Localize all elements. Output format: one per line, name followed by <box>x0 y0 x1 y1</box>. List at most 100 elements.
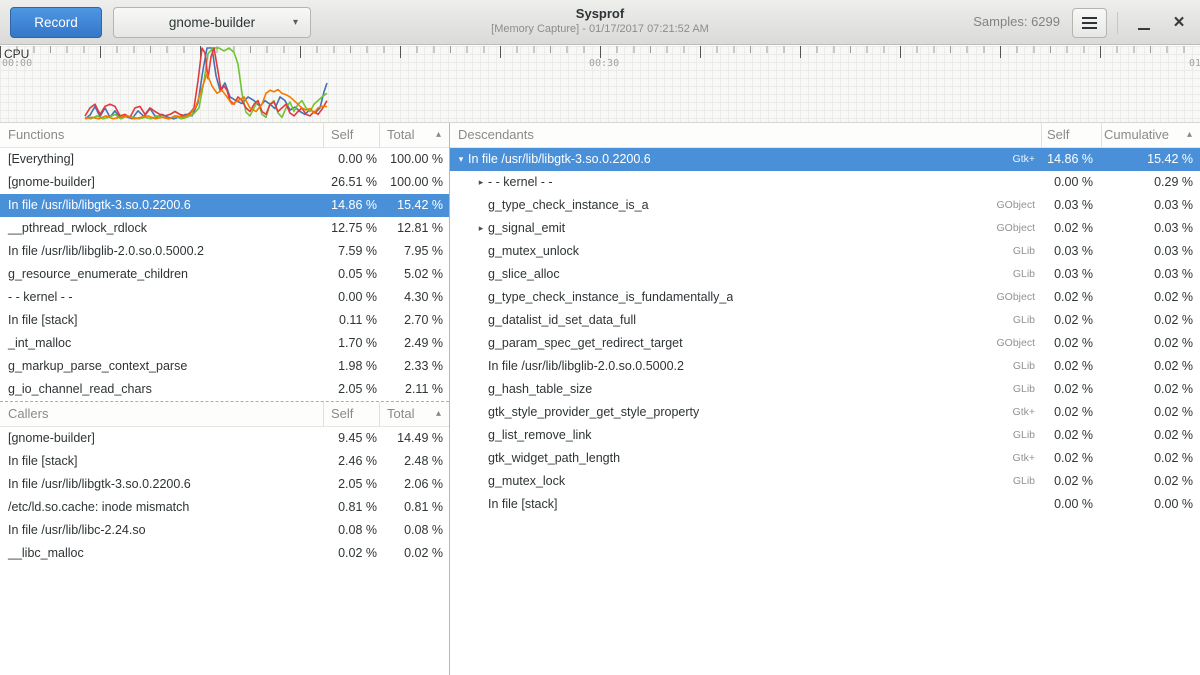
function-name: In file [stack] <box>0 450 323 473</box>
functions-row[interactable]: In file /usr/lib/libgtk-3.so.0.2200.614.… <box>0 194 449 217</box>
callers-row[interactable]: __libc_malloc0.02 %0.02 % <box>0 542 449 565</box>
callers-row[interactable]: /etc/ld.so.cache: inode mismatch0.81 %0.… <box>0 496 449 519</box>
self-percent: 1.98 % <box>323 355 379 378</box>
function-name: g_slice_alloc <box>488 263 560 286</box>
functions-row[interactable]: [Everything]0.00 %100.00 % <box>0 148 449 171</box>
descendants-row[interactable]: ▸- - kernel - -0.00 %0.29 % <box>450 171 1200 194</box>
callers-table: [gnome-builder]9.45 %14.49 %In file [sta… <box>0 427 449 565</box>
functions-row[interactable]: __pthread_rwlock_rdlock12.75 %12.81 % <box>0 217 449 240</box>
cumulative-percent: 0.02 % <box>1101 424 1200 447</box>
descendants-row[interactable]: g_mutex_unlockGLib0.03 %0.03 % <box>450 240 1200 263</box>
self-percent: 0.00 % <box>323 286 379 309</box>
library-badge: GLib <box>1013 470 1041 493</box>
descendants-row[interactable]: g_type_check_instance_is_fundamentally_a… <box>450 286 1200 309</box>
descendants-table: ▾In file /usr/lib/libgtk-3.so.0.2200.6Gt… <box>450 148 1200 516</box>
functions-row[interactable]: g_resource_enumerate_children0.05 %5.02 … <box>0 263 449 286</box>
expander-spacer <box>474 447 488 470</box>
functions-row[interactable]: [gnome-builder]26.51 %100.00 % <box>0 171 449 194</box>
self-percent: 0.03 % <box>1041 194 1101 217</box>
column-header-self[interactable]: Self <box>323 402 379 426</box>
expander-open-icon[interactable]: ▾ <box>454 148 468 171</box>
functions-row[interactable]: g_io_channel_read_chars2.05 %2.11 % <box>0 378 449 401</box>
record-button[interactable]: Record <box>10 7 102 38</box>
descendants-row[interactable]: In file [stack]0.00 %0.00 % <box>450 493 1200 516</box>
self-percent: 0.11 % <box>323 309 379 332</box>
self-percent: 0.02 % <box>1041 470 1101 493</box>
descendants-row[interactable]: ▸g_signal_emitGObject0.02 %0.03 % <box>450 217 1200 240</box>
library-badge: GObject <box>996 286 1041 309</box>
capture-subtitle: [Memory Capture] - 01/17/2017 07:21:52 A… <box>320 22 880 37</box>
expander-closed-icon[interactable]: ▸ <box>474 171 488 194</box>
self-percent: 0.03 % <box>1041 263 1101 286</box>
total-percent: 7.95 % <box>379 240 449 263</box>
column-header-self[interactable]: Self <box>1041 123 1101 147</box>
function-name: g_mutex_unlock <box>488 240 579 263</box>
total-percent: 0.02 % <box>379 542 449 565</box>
descendants-row[interactable]: ▾In file /usr/lib/libgtk-3.so.0.2200.6Gt… <box>450 148 1200 171</box>
cumulative-percent: 15.42 % <box>1101 148 1200 171</box>
callers-row[interactable]: In file /usr/lib/libc-2.24.so0.08 %0.08 … <box>0 519 449 542</box>
descendants-row[interactable]: g_datalist_id_set_data_fullGLib0.02 %0.0… <box>450 309 1200 332</box>
column-header-descendants[interactable]: Descendants <box>450 123 1041 147</box>
function-name: [gnome-builder] <box>0 171 323 194</box>
self-percent: 14.86 % <box>1041 148 1101 171</box>
functions-row[interactable]: - - kernel - -0.00 %4.30 % <box>0 286 449 309</box>
function-name: In file /usr/lib/libglib-2.0.so.0.5000.2 <box>488 355 684 378</box>
total-percent: 2.06 % <box>379 473 449 496</box>
descendants-row[interactable]: g_param_spec_get_redirect_targetGObject0… <box>450 332 1200 355</box>
close-button[interactable]: × <box>1163 8 1195 38</box>
menu-button[interactable] <box>1072 8 1107 38</box>
library-badge: GLib <box>1013 263 1041 286</box>
cumulative-percent: 0.02 % <box>1101 401 1200 424</box>
functions-pane: Functions Self Total ▴ [Everything]0.00 … <box>0 123 450 675</box>
expander-spacer <box>474 470 488 493</box>
expander-spacer <box>474 401 488 424</box>
functions-row[interactable]: In file [stack]0.11 %2.70 % <box>0 309 449 332</box>
descendants-row[interactable]: g_slice_allocGLib0.03 %0.03 % <box>450 263 1200 286</box>
library-badge: GLib <box>1013 309 1041 332</box>
descendants-row[interactable]: g_type_check_instance_is_aGObject0.03 %0… <box>450 194 1200 217</box>
descendants-row[interactable]: In file /usr/lib/libglib-2.0.so.0.5000.2… <box>450 355 1200 378</box>
column-header-total[interactable]: Total ▴ <box>379 123 449 147</box>
expander-spacer <box>474 378 488 401</box>
descendants-row[interactable]: gtk_style_provider_get_style_propertyGtk… <box>450 401 1200 424</box>
descendants-pane: Descendants Self Cumulative ▴ ▾In file /… <box>450 123 1200 675</box>
cpu-usage-graph[interactable]: CPU 00:0000:3001:00 <box>0 46 1200 123</box>
expander-closed-icon[interactable]: ▸ <box>474 217 488 240</box>
descendants-row[interactable]: gtk_widget_path_lengthGtk+0.02 %0.02 % <box>450 447 1200 470</box>
function-name: g_type_check_instance_is_a <box>488 194 649 217</box>
total-percent: 5.02 % <box>379 263 449 286</box>
descendants-row[interactable]: g_mutex_lockGLib0.02 %0.02 % <box>450 470 1200 493</box>
callers-splitter[interactable]: Callers Self Total ▴ [gnome-builder]9.45… <box>0 401 449 565</box>
self-percent: 0.02 % <box>1041 378 1101 401</box>
column-header-functions[interactable]: Functions <box>0 123 323 147</box>
library-badge: GObject <box>996 217 1041 240</box>
function-name: g_mutex_lock <box>488 470 565 493</box>
column-header-cumulative[interactable]: Cumulative ▴ <box>1101 123 1200 147</box>
column-header-total[interactable]: Total ▴ <box>379 402 449 426</box>
cpu-usage-line <box>85 48 327 117</box>
column-header-callers[interactable]: Callers <box>0 402 323 426</box>
samples-count: Samples: 6299 <box>973 14 1060 29</box>
minimize-button[interactable] <box>1128 8 1160 38</box>
callers-row[interactable]: [gnome-builder]9.45 %14.49 % <box>0 427 449 450</box>
function-name: g_param_spec_get_redirect_target <box>488 332 683 355</box>
functions-row[interactable]: _int_malloc1.70 %2.49 % <box>0 332 449 355</box>
column-header-self[interactable]: Self <box>323 123 379 147</box>
total-percent: 0.08 % <box>379 519 449 542</box>
functions-table-header: Functions Self Total ▴ <box>0 123 449 148</box>
cumulative-percent: 0.02 % <box>1101 355 1200 378</box>
cpu-usage-line <box>85 74 327 119</box>
column-header-cumulative-label: Cumulative <box>1104 123 1169 147</box>
callers-row[interactable]: In file [stack]2.46 %2.48 % <box>0 450 449 473</box>
library-badge: GLib <box>1013 378 1041 401</box>
callers-row[interactable]: In file /usr/lib/libgtk-3.so.0.2200.62.0… <box>0 473 449 496</box>
expander-spacer <box>474 263 488 286</box>
self-percent: 2.05 % <box>323 378 379 401</box>
functions-row[interactable]: In file /usr/lib/libglib-2.0.so.0.5000.2… <box>0 240 449 263</box>
process-selector-dropdown[interactable]: gnome-builder ▾ <box>113 7 311 38</box>
expander-spacer <box>474 355 488 378</box>
descendants-row[interactable]: g_list_remove_linkGLib0.02 %0.02 % <box>450 424 1200 447</box>
descendants-row[interactable]: g_hash_table_sizeGLib0.02 %0.02 % <box>450 378 1200 401</box>
functions-row[interactable]: g_markup_parse_context_parse1.98 %2.33 % <box>0 355 449 378</box>
